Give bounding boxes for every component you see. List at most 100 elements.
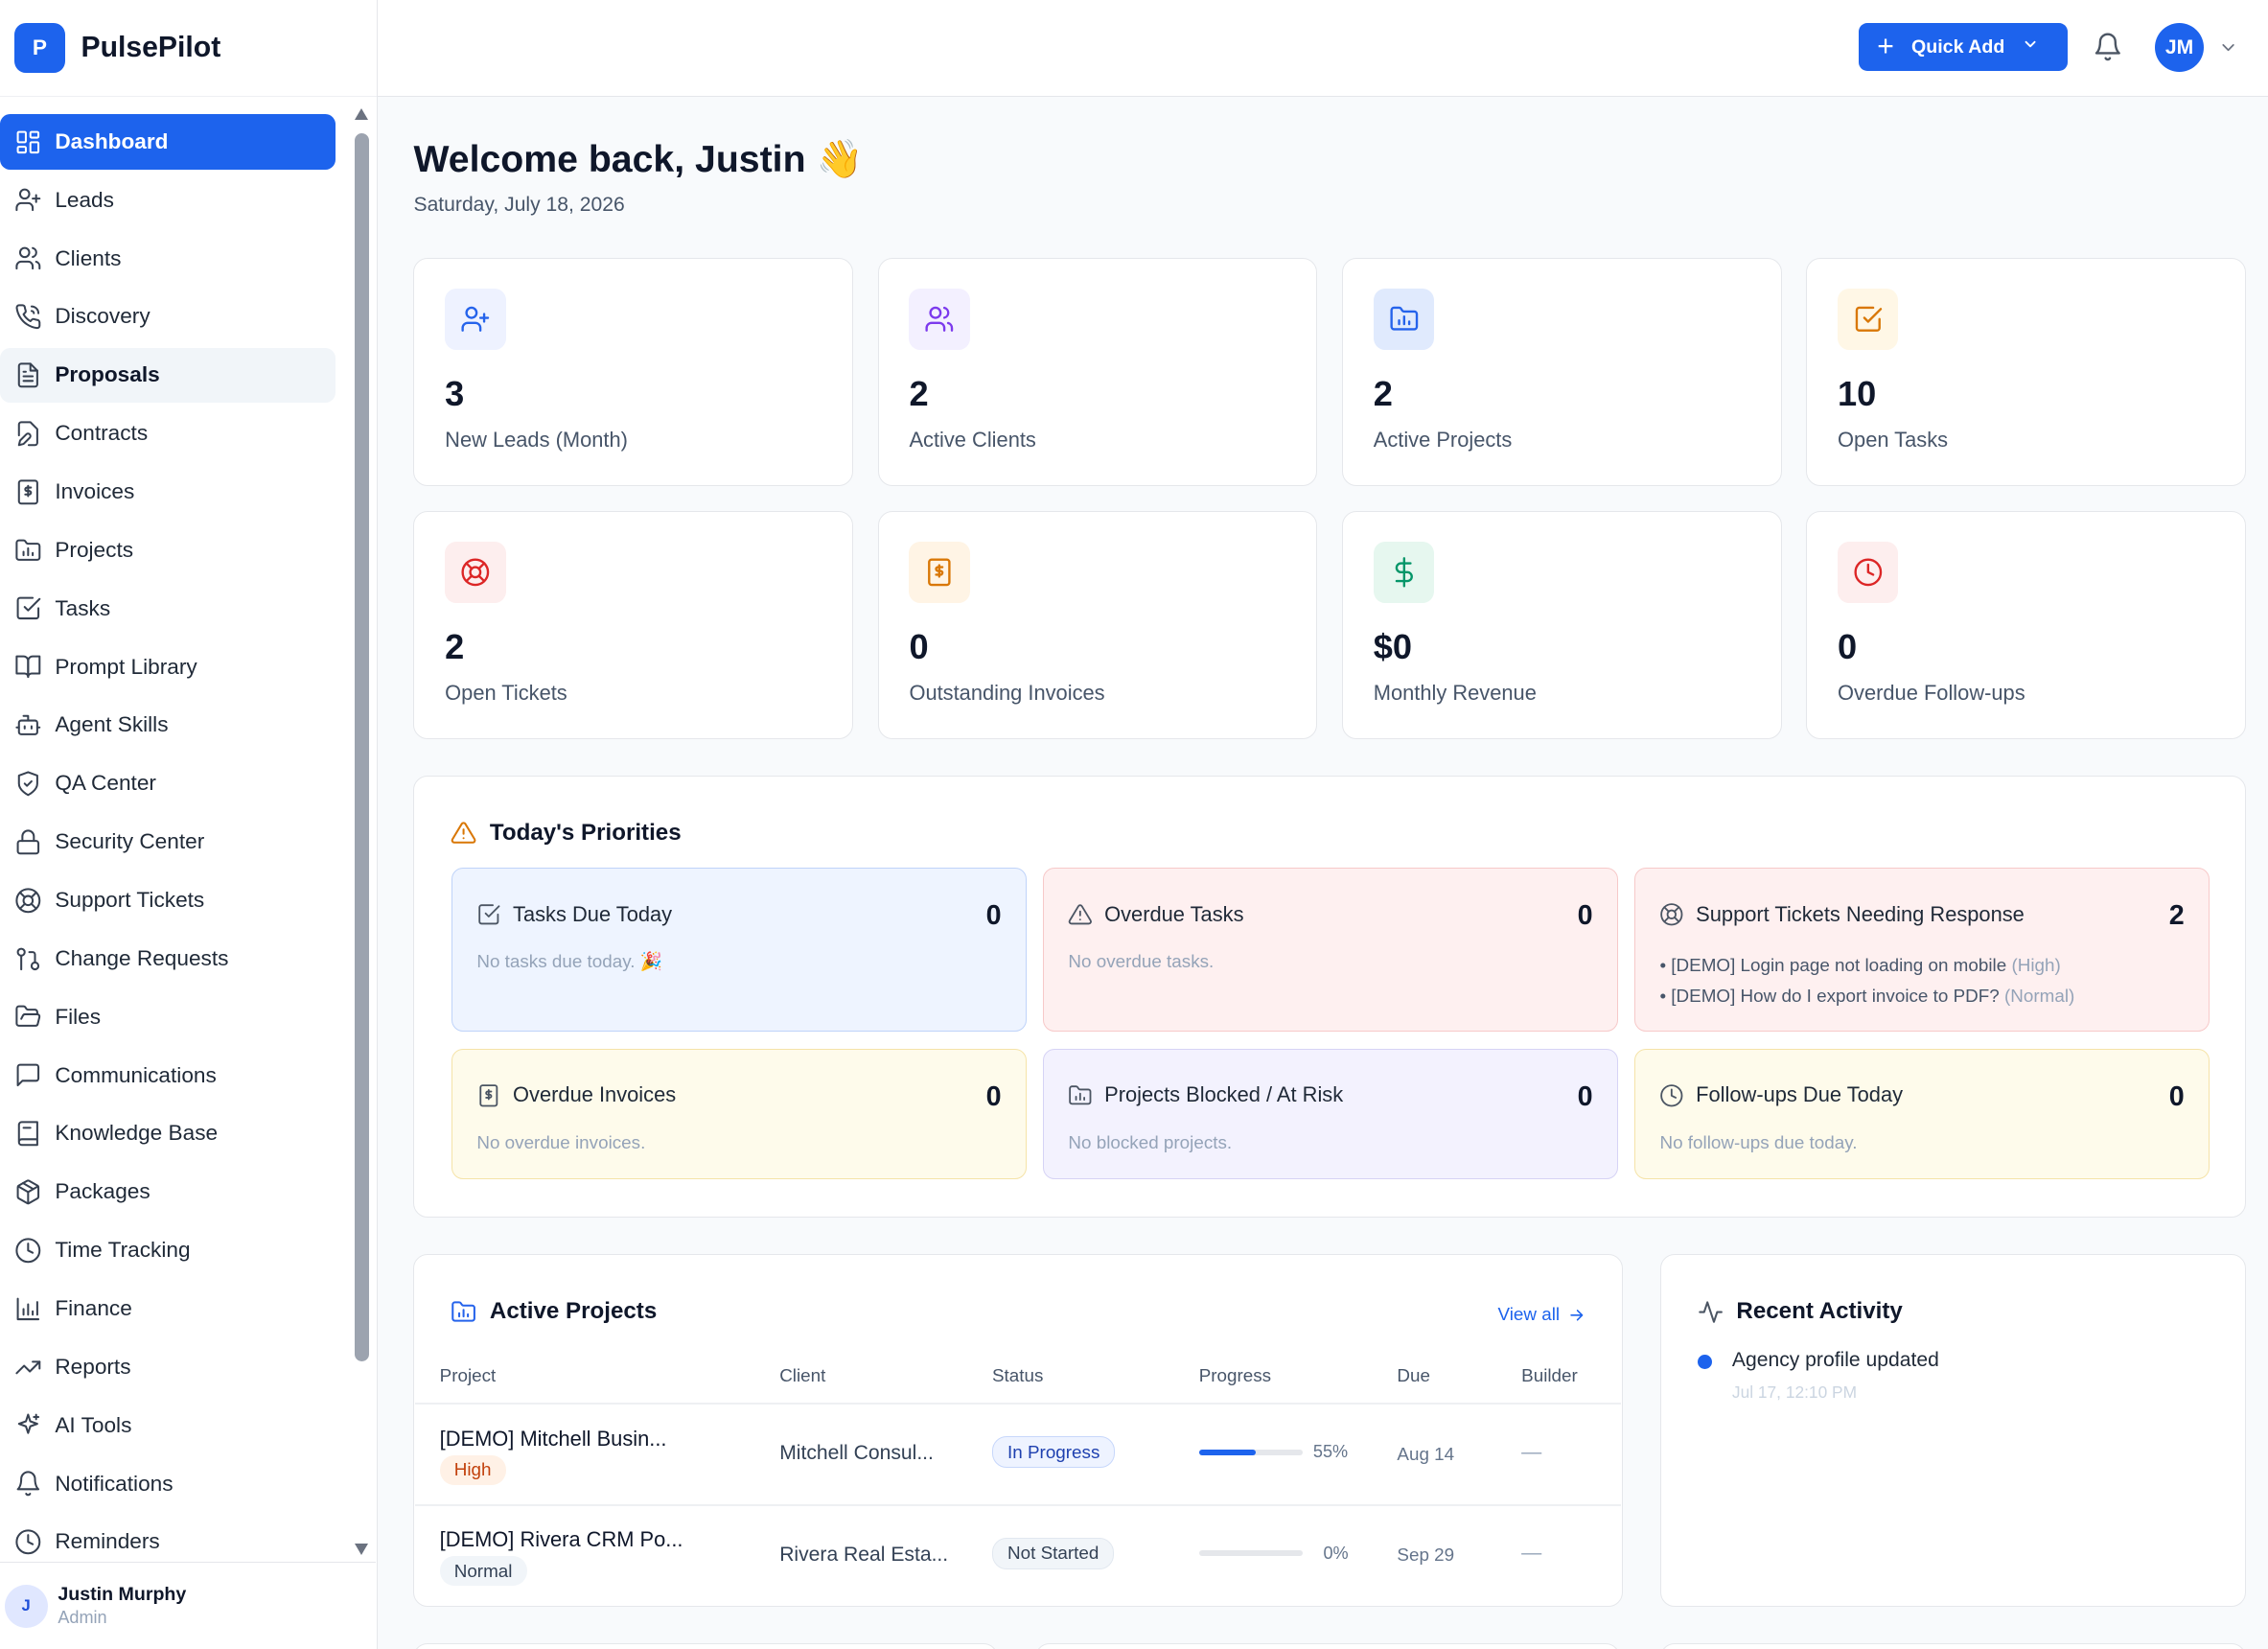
view-all-link[interactable]: View all bbox=[1498, 1304, 1586, 1325]
scroll-up-arrow-icon[interactable] bbox=[354, 108, 368, 121]
stat-label: Outstanding Invoices bbox=[909, 681, 1105, 706]
stat-card[interactable]: 0 Outstanding Invoices bbox=[877, 510, 1318, 739]
sidebar-item-files[interactable]: Files bbox=[0, 989, 336, 1044]
priority-badge: High bbox=[439, 1454, 506, 1485]
bar-chart-icon bbox=[16, 1297, 40, 1320]
invoice-icon bbox=[479, 1083, 498, 1107]
activity-text[interactable]: Agency profile updated bbox=[1732, 1349, 1939, 1372]
sidebar-item-dashboard[interactable]: Dashboard bbox=[0, 114, 336, 170]
priority-card-title: Follow-ups Due Today bbox=[1659, 1082, 1903, 1107]
priority-card-overdue-tasks[interactable]: Overdue Tasks 0 No overdue tasks. bbox=[1042, 868, 1619, 1032]
stat-card[interactable]: 3 New Leads (Month) bbox=[413, 257, 854, 486]
sidebar-item-clients[interactable]: Clients bbox=[0, 231, 336, 286]
lifebuoy-icon bbox=[461, 558, 490, 587]
project-name[interactable]: [DEMO] Mitchell Busin... bbox=[440, 1427, 667, 1452]
chevron-down-icon bbox=[2022, 35, 2039, 58]
stat-card[interactable]: 2 Open Tickets bbox=[413, 510, 854, 739]
sidebar-item-label: Packages bbox=[55, 1179, 150, 1204]
stat-card[interactable]: 0 Overdue Follow-ups bbox=[1806, 510, 2246, 739]
sidebar-item-qa-center[interactable]: QA Center bbox=[0, 756, 336, 811]
priority-title-text: Projects Blocked / At Risk bbox=[1104, 1082, 1344, 1107]
folder-chart-icon bbox=[1069, 1084, 1092, 1104]
users-icon bbox=[925, 306, 954, 332]
sidebar-nav: Dashboard Leads Clients Discovery Proposals C… bbox=[0, 114, 347, 1572]
sidebar-item-notifications[interactable]: Notifications bbox=[0, 1456, 336, 1511]
lower-panel bbox=[413, 1642, 998, 1649]
stat-card[interactable]: 2 Active Projects bbox=[1342, 257, 1782, 486]
avatar-chevron-down-icon[interactable] bbox=[2218, 37, 2238, 64]
stat-card[interactable]: $0 Monthly Revenue bbox=[1342, 510, 1782, 739]
sidebar-item-ai-tools[interactable]: AI Tools bbox=[0, 1398, 336, 1452]
ticket-priority: (High) bbox=[2011, 954, 2061, 975]
sidebar-item-agent-skills[interactable]: Agent Skills bbox=[0, 698, 336, 753]
notifications-bell-icon[interactable] bbox=[2093, 32, 2123, 69]
stat-icon-box bbox=[1838, 542, 1899, 603]
sidebar: P PulsePilot Dashboard Leads Clients Discov… bbox=[0, 0, 378, 1649]
ticket-item[interactable]: • [DEMO] How do I export invoice to PDF?… bbox=[1659, 981, 2074, 1011]
welcome-text: Welcome back, Justin bbox=[413, 138, 806, 181]
sidebar-item-knowledge-base[interactable]: Knowledge Base bbox=[0, 1106, 336, 1161]
project-name[interactable]: [DEMO] Rivera CRM Po... bbox=[440, 1527, 683, 1552]
priority-empty-text: No follow-ups due today. bbox=[1659, 1131, 1858, 1152]
sidebar-item-leads[interactable]: Leads bbox=[0, 173, 336, 227]
priority-count: 0 bbox=[1577, 1080, 1593, 1112]
document-icon bbox=[17, 362, 38, 388]
sidebar-item-packages[interactable]: Packages bbox=[0, 1165, 336, 1219]
sidebar-item-finance[interactable]: Finance bbox=[0, 1281, 336, 1335]
sidebar-item-label: Change Requests bbox=[55, 945, 229, 970]
stat-icon-box bbox=[909, 289, 970, 350]
stat-label: Open Tasks bbox=[1838, 428, 1949, 453]
stat-icon-box bbox=[1373, 289, 1435, 350]
stat-icon-box bbox=[1373, 542, 1435, 603]
lower-panel bbox=[1659, 1642, 2246, 1649]
sidebar-item-label: Security Center bbox=[55, 829, 205, 854]
sidebar-item-proposals[interactable]: Proposals bbox=[0, 347, 336, 403]
sidebar-item-label: Contracts bbox=[55, 421, 149, 446]
sidebar-item-prompt-library[interactable]: Prompt Library bbox=[0, 639, 336, 694]
sidebar-scrollbar[interactable] bbox=[352, 105, 372, 1560]
folder-chart-icon bbox=[1390, 306, 1418, 331]
scroll-down-arrow-icon[interactable] bbox=[354, 1543, 368, 1555]
sidebar-item-projects[interactable]: Projects bbox=[0, 523, 336, 577]
message-icon bbox=[16, 1063, 40, 1087]
quick-add-button[interactable]: + Quick Add bbox=[1858, 23, 2069, 71]
sidebar-item-tasks[interactable]: Tasks bbox=[0, 581, 336, 636]
sidebar-item-invoices[interactable]: Invoices bbox=[0, 464, 336, 519]
activity-pulse-icon bbox=[1698, 1301, 1723, 1323]
sidebar-item-support-tickets[interactable]: Support Tickets bbox=[0, 872, 336, 927]
sidebar-item-security-center[interactable]: Security Center bbox=[0, 814, 336, 869]
user-avatar-button[interactable]: JM bbox=[2154, 23, 2205, 73]
sidebar-item-label: Support Tickets bbox=[55, 888, 205, 912]
plus-icon: + bbox=[1877, 30, 1894, 62]
priority-card-tasks-due-today[interactable]: Tasks Due Today 0 No tasks due today. 🎉 bbox=[451, 868, 1028, 1032]
priority-card-overdue-invoices[interactable]: Overdue Invoices 0 No overdue invoices. bbox=[451, 1048, 1028, 1179]
user-plus-icon bbox=[15, 188, 41, 212]
progress-bar bbox=[1198, 1550, 1304, 1557]
sidebar-item-label: Notifications bbox=[55, 1471, 174, 1496]
priority-card-support-tickets-needing-response[interactable]: Support Tickets Needing Response 2 • [DEMO… bbox=[1633, 868, 2210, 1032]
scrollbar-thumb[interactable] bbox=[354, 132, 369, 1361]
lifebuoy-icon bbox=[1660, 903, 1683, 926]
sidebar-item-change-requests[interactable]: Change Requests bbox=[0, 931, 336, 986]
stat-card[interactable]: 10 Open Tasks bbox=[1806, 257, 2246, 486]
sidebar-item-discovery[interactable]: Discovery bbox=[0, 290, 336, 344]
brand[interactable]: P PulsePilot bbox=[0, 0, 377, 98]
sidebar-user[interactable]: J Justin Murphy Admin bbox=[0, 1562, 377, 1649]
activity-dot bbox=[1697, 1355, 1712, 1370]
stat-value: 2 bbox=[1373, 374, 1393, 414]
brand-name: PulsePilot bbox=[81, 32, 221, 64]
sidebar-item-communications[interactable]: Communications bbox=[0, 1048, 336, 1103]
checkbox-icon bbox=[1855, 306, 1883, 332]
sidebar-item-time-tracking[interactable]: Time Tracking bbox=[0, 1223, 336, 1278]
sidebar-item-reports[interactable]: Reports bbox=[0, 1339, 336, 1394]
stat-card[interactable]: 2 Active Clients bbox=[877, 257, 1318, 486]
stat-value: 2 bbox=[909, 374, 929, 414]
checkbox-icon bbox=[478, 904, 500, 925]
sidebar-item-contracts[interactable]: Contracts bbox=[0, 406, 336, 460]
priority-badge: Normal bbox=[439, 1556, 527, 1587]
ticket-item[interactable]: • [DEMO] Login page not loading on mobil… bbox=[1659, 950, 2074, 981]
folder-chart-icon bbox=[451, 1301, 476, 1322]
stat-icon-box bbox=[445, 542, 506, 603]
priority-card-projects-blocked-at-risk[interactable]: Projects Blocked / At Risk 0 No blocked pr… bbox=[1042, 1048, 1619, 1179]
priority-card-follow-ups-due-today[interactable]: Follow-ups Due Today 0 No follow-ups due t… bbox=[1633, 1048, 2210, 1179]
